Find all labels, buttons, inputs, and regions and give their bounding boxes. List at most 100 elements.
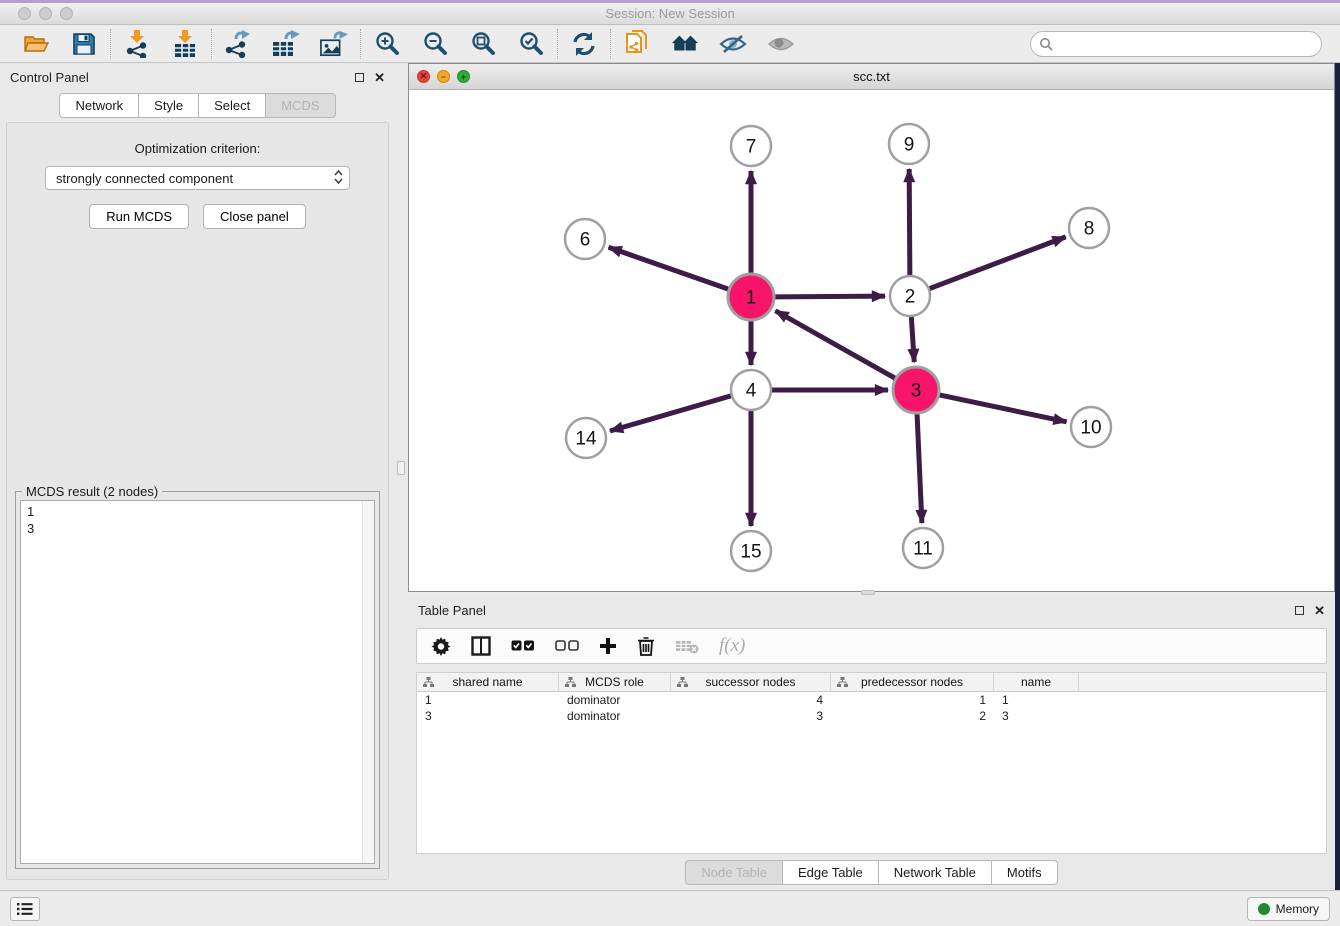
table-cell[interactable]: 1 (417, 692, 559, 708)
table-cell[interactable]: 1 (994, 692, 1079, 708)
edge-2-3[interactable] (911, 317, 914, 362)
minimize-network-icon[interactable]: − (437, 70, 450, 83)
memory-button[interactable]: Memory (1247, 897, 1330, 921)
close-panel-button[interactable]: Close panel (203, 204, 306, 229)
tab-node-table[interactable]: Node Table (685, 860, 783, 885)
add-column-icon[interactable] (599, 637, 617, 655)
home-icon[interactable] (671, 30, 699, 58)
hide-selected-icon[interactable] (719, 30, 747, 58)
table-body: 1dominator4113dominator323 (417, 692, 1326, 724)
export-network-icon[interactable] (224, 30, 252, 58)
save-session-icon[interactable] (70, 30, 98, 58)
node-label-3: 3 (911, 381, 922, 402)
delete-column-icon (675, 638, 699, 654)
mcds-panel-body: Optimization criterion: strongly connect… (6, 122, 389, 880)
float-table-panel-icon[interactable] (1295, 606, 1304, 615)
tab-select[interactable]: Select (198, 93, 266, 118)
table-cell[interactable]: 3 (994, 708, 1079, 724)
edge-3-11[interactable] (917, 414, 922, 523)
select-all-icon[interactable] (511, 640, 535, 652)
table-cell[interactable]: 4 (671, 692, 831, 708)
delete-icon[interactable] (637, 636, 655, 656)
table-cell[interactable]: 3 (417, 708, 559, 724)
export-table-icon[interactable] (272, 30, 300, 58)
node-label-9: 9 (904, 135, 915, 156)
network-resize-handle[interactable] (861, 590, 875, 595)
result-item: 1 (27, 503, 368, 520)
function-icon: f(x) (719, 635, 745, 657)
import-table-icon[interactable] (171, 30, 199, 58)
zoom-in-icon[interactable] (373, 30, 401, 58)
edge-2-8[interactable] (930, 237, 1066, 289)
node-label-8: 8 (1084, 219, 1095, 240)
result-item: 3 (27, 520, 368, 537)
table-cell[interactable]: 3 (671, 708, 831, 724)
node-label-11: 11 (913, 539, 933, 560)
zoom-fit-icon[interactable] (469, 30, 497, 58)
tab-motifs[interactable]: Motifs (991, 860, 1058, 885)
close-table-panel-icon[interactable]: ✕ (1314, 606, 1325, 615)
tab-edge-table[interactable]: Edge Table (782, 860, 879, 885)
refresh-icon[interactable] (570, 30, 598, 58)
table-cell[interactable]: dominator (559, 692, 671, 708)
open-session-icon[interactable] (22, 30, 50, 58)
table-cell[interactable]: 2 (831, 708, 994, 724)
table-toolbar: f(x) (416, 628, 1327, 664)
zoom-selected-icon[interactable] (517, 30, 545, 58)
main-toolbar (0, 25, 1340, 63)
memory-status-icon (1258, 903, 1270, 915)
mcds-result-list[interactable]: 13 (20, 500, 375, 864)
edge-1-2[interactable] (775, 296, 885, 297)
import-network-icon[interactable] (123, 30, 151, 58)
tab-network[interactable]: Network (59, 93, 139, 118)
control-panel: Control Panel ✕ Network Style Select MCD… (0, 63, 395, 890)
tab-network-table[interactable]: Network Table (878, 860, 992, 885)
maximize-window-icon[interactable] (60, 7, 73, 20)
columns-icon[interactable] (471, 636, 491, 656)
close-network-icon[interactable]: ✕ (417, 70, 430, 83)
table-cell[interactable]: dominator (559, 708, 671, 724)
splitter-handle[interactable] (397, 461, 405, 475)
table-header-row: shared nameMCDS rolesuccessor nodesprede… (417, 673, 1326, 692)
node-label-6: 6 (580, 230, 591, 251)
deselect-all-icon[interactable] (555, 640, 579, 652)
column-header-shared-name[interactable]: shared name (417, 673, 559, 691)
dropdown-value: strongly connected component (56, 171, 334, 186)
gear-icon[interactable] (431, 636, 451, 656)
memory-label: Memory (1276, 902, 1319, 916)
optimization-criterion-select[interactable]: strongly connected component (45, 166, 350, 190)
close-panel-icon[interactable]: ✕ (374, 73, 385, 82)
edge-3-10[interactable] (939, 395, 1066, 422)
clone-network-icon[interactable] (623, 30, 651, 58)
result-scrollbar[interactable] (362, 501, 374, 863)
column-header-name[interactable]: name (994, 673, 1079, 691)
minimize-window-icon[interactable] (39, 7, 52, 20)
network-canvas[interactable]: 1234678910111415 (409, 90, 1334, 591)
maximize-network-icon[interactable]: + (457, 70, 470, 83)
window-title: Session: New Session (605, 6, 734, 21)
column-header-MCDS-role[interactable]: MCDS role (559, 673, 671, 691)
search-input[interactable] (1030, 31, 1322, 57)
edge-3-1[interactable] (775, 311, 895, 378)
task-history-button[interactable] (10, 897, 40, 921)
table-cell[interactable]: 1 (831, 692, 994, 708)
tab-mcds[interactable]: MCDS (265, 93, 335, 118)
column-header-predecessor-nodes[interactable]: predecessor nodes (831, 673, 994, 691)
network-window-titlebar[interactable]: ✕ − + scc.txt (409, 64, 1334, 90)
export-image-icon[interactable] (320, 30, 348, 58)
run-mcds-button[interactable]: Run MCDS (89, 204, 189, 229)
zoom-out-icon[interactable] (421, 30, 449, 58)
table-row[interactable]: 1dominator411 (417, 692, 1326, 708)
close-window-icon[interactable] (18, 7, 31, 20)
edge-2-9[interactable] (909, 169, 910, 275)
edge-4-14[interactable] (610, 396, 731, 431)
show-all-icon[interactable] (767, 30, 795, 58)
tab-style[interactable]: Style (138, 93, 199, 118)
edge-1-6[interactable] (609, 247, 729, 289)
float-panel-icon[interactable] (355, 73, 364, 82)
panel-splitter[interactable] (395, 63, 408, 890)
column-header-successor-nodes[interactable]: successor nodes (671, 673, 831, 691)
search-container (1030, 31, 1322, 57)
wallpaper-right (1335, 63, 1340, 890)
table-row[interactable]: 3dominator323 (417, 708, 1326, 724)
